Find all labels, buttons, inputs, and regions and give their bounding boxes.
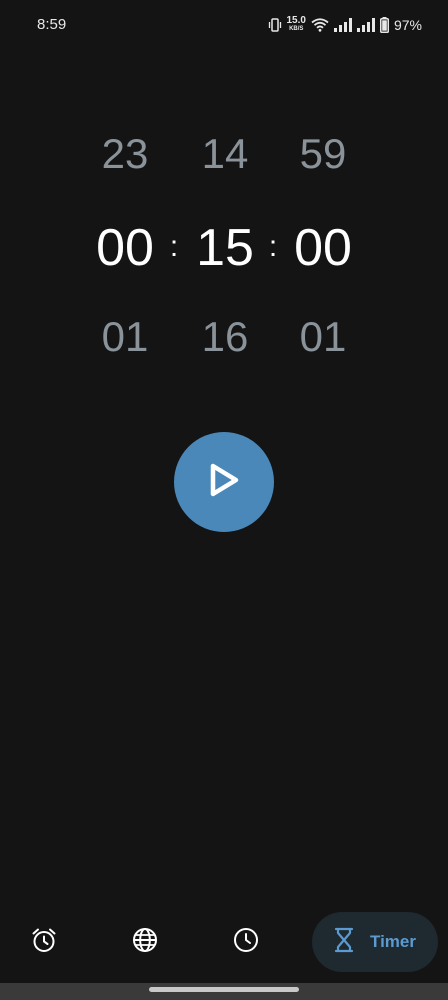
picker-row-above: 23 14 59 (0, 130, 448, 200)
net-speed-unit: KB/S (289, 26, 304, 32)
clock-icon (232, 926, 260, 959)
minutes-below[interactable]: 16 (185, 313, 265, 361)
home-gesture-handle[interactable] (149, 987, 299, 992)
battery-icon (379, 17, 389, 33)
seconds-above[interactable]: 59 (283, 130, 363, 178)
nav-world-clock[interactable] (115, 912, 175, 972)
gesture-bar (0, 983, 448, 1000)
seconds-below[interactable]: 01 (283, 313, 363, 361)
status-time: 8:59 (37, 16, 67, 33)
signal-icon (333, 18, 352, 32)
net-speed: 15.0 KB/S (286, 15, 306, 33)
alarm-icon (30, 926, 58, 959)
minutes-selected[interactable]: 15 (185, 218, 265, 278)
seconds-selected[interactable]: 00 (283, 218, 363, 278)
signal-icon (356, 18, 375, 32)
net-speed-value: 15.0 (286, 15, 306, 26)
battery-percentage: 97% (393, 17, 422, 33)
vibrate-icon (268, 17, 282, 33)
play-icon (207, 462, 241, 503)
picker-row-below: 01 16 01 (0, 313, 448, 383)
hours-above[interactable]: 23 (85, 130, 165, 178)
nav-stopwatch[interactable] (216, 912, 276, 972)
picker-row-selected: 00 : 15 : 00 (0, 218, 448, 288)
globe-icon (131, 926, 159, 959)
nav-timer[interactable]: Timer (312, 912, 438, 972)
nav-timer-label: Timer (370, 932, 416, 951)
bottom-navigation: Timer (0, 912, 448, 974)
status-icons: 15.0 KB/S 97% (268, 14, 422, 36)
minutes-above[interactable]: 14 (185, 130, 265, 178)
status-bar: 8:59 15.0 KB/S 97% (0, 0, 448, 50)
hourglass-icon (334, 927, 354, 958)
time-separator: : (169, 230, 179, 263)
start-timer-button[interactable] (174, 432, 274, 532)
wifi-icon (311, 18, 329, 32)
nav-alarm[interactable] (14, 912, 74, 972)
hours-selected[interactable]: 00 (85, 218, 165, 278)
hours-below[interactable]: 01 (85, 313, 165, 361)
time-separator: : (268, 230, 278, 263)
